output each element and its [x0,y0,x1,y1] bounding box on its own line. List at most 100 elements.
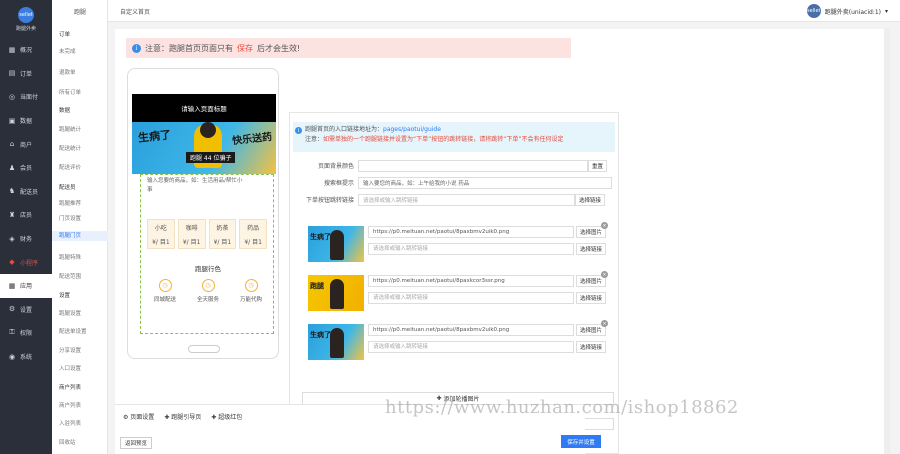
phone-preview: 请输入页面标题 生病了 快乐送药 跑腿 44 位骗子 输入您要的商品，如：生活用… [127,68,279,359]
option-card[interactable]: 奶茶 ¥/ 目1 [208,219,237,249]
breadcrumb[interactable]: 自定义首页 [120,7,150,16]
sidebar-item-11[interactable]: ⚙ 设置 [0,298,52,322]
submenu-item-14[interactable]: 设置 [59,291,70,299]
close-icon[interactable]: × [601,320,608,327]
submenu-item-8[interactable]: 配送员 [59,183,76,191]
bottom-tab[interactable]: ⚙ 页面设置 [123,412,154,421]
option-price: ¥/ 目1 [152,238,170,246]
feature-label: 同城配送 [153,297,176,303]
image-url-input[interactable]: https://p0.meituan.net/paotui/8paxkcor3s… [368,275,574,287]
submenu-item-22[interactable]: 回收站 [59,438,76,446]
submenu-item-17[interactable]: 分享设置 [59,346,81,354]
image-row: 生病了 https://p0.meituan.net/paotui/8paxbmv… [304,222,612,268]
nav-icon: ♞ [8,187,16,196]
feature-item[interactable]: ◷ 万能代购 [231,279,271,303]
sidebar-item-9[interactable]: ◆ 小程序 [0,250,52,274]
feature-item[interactable]: ◷ 同城配送 [145,279,185,303]
option-price: ¥/ 目1 [244,238,262,246]
sidebar-item-label: 应用 [20,283,33,291]
submenu-item-16[interactable]: 配送单设置 [59,327,87,335]
sidebar-item-label: 设置 [20,306,33,314]
button-link-input[interactable]: 请选择或输入跳转链接 [358,193,575,206]
clock-icon: ◷ [244,279,258,292]
submenu-item-13[interactable]: 配送范围 [59,272,81,280]
option-card[interactable]: 咖啡 ¥/ 目1 [177,219,206,249]
sidebar-item-2[interactable]: ◎ 当面付 [0,85,52,109]
bg-color-reset-button[interactable]: 重置 [588,159,608,172]
thumb-figure [330,328,344,358]
app-logo[interactable]: sellet 跑腿外卖 [0,0,52,38]
sidebar-item-label: 配送员 [20,188,39,196]
submenu-item-7[interactable]: 配送评价 [59,163,81,171]
button-link-row: 下单按钮跳转链接 请选择或输入跳转链接 选择链接 [290,193,618,206]
submenu-item-11[interactable]: 跑腿门页 [52,231,108,241]
sidebar-item-12[interactable]: ⚿ 权限 [0,321,52,345]
choose-link-button[interactable]: 选择链接 [576,341,607,353]
submenu-item-15[interactable]: 跑腿设置 [59,309,81,317]
image-link-input[interactable]: 请选择或输入跳转链接 [368,341,574,353]
image-url-input[interactable]: https://p0.meituan.net/paotui/8paxbmv2ui… [368,226,574,238]
thumb-text: 生病了 [310,331,331,339]
user-menu[interactable]: sellet 跑腿外卖(uniacid:1) ▾ [806,4,888,18]
phone-search-text[interactable]: 输入您要的商品，如：生活用品/帮忙小事 [147,177,247,199]
submenu-item-10[interactable]: 门页设置 [59,214,81,222]
sidebar-item-label: 系统 [20,354,33,362]
choose-link-button[interactable]: 选择链接 [576,292,607,304]
sidebar-item-1[interactable]: ▤ 订单 [0,62,52,86]
image-link-input[interactable]: 请选择或输入跳转链接 [368,292,574,304]
submenu-item-0[interactable]: 订单 [59,30,70,38]
sidebar-item-label: 概况 [20,47,33,55]
sidebar-item-6[interactable]: ♞ 配送员 [0,180,52,204]
submenu-item-19[interactable]: 商户列表 [59,383,81,391]
choose-link-button[interactable]: 选择链接 [575,193,606,206]
back-preview-button[interactable]: 返回预览 [120,437,152,449]
submenu-item-3[interactable]: 所有订单 [59,88,81,96]
nav-icon: ◈ [9,234,15,243]
image-link-input[interactable]: 请选择或输入跳转链接 [368,243,574,255]
phone-body[interactable]: 输入您要的商品，如：生活用品/帮忙小事 小吃 ¥/ 目1 咖啡 ¥/ 目1 奶茶 ¥/ 目… [140,174,274,334]
close-icon[interactable]: × [601,222,608,229]
info-note: i 跑腿首页的入口链接地址为：pages/paotui/guide 注意：如需单… [293,122,615,152]
note-link[interactable]: pages/paotui/guide [383,126,441,133]
note-prefix2: 注意： [305,136,324,143]
sidebar: sellet 跑腿外卖 ▦ 概况 ▤ 订单 ◎ 当面付 ▣ 数据 ⌂ 商户 ♟ 会员 ♞ 配送员 ♜ 店员 ◈ 财… [0,0,52,454]
app-name: 跑腿外卖 [15,25,36,32]
submenu-item-5[interactable]: 跑腿统计 [59,125,81,133]
search-input[interactable]: 输入要您的商品，如：上午给我的小说 药品 [358,176,612,189]
sidebar-item-7[interactable]: ♜ 店员 [0,203,52,227]
submenu-item-18[interactable]: 入口设置 [59,364,81,372]
phone-banner[interactable]: 生病了 快乐送药 跑腿 44 位骗子 [132,122,276,174]
bg-color-input[interactable] [358,159,588,172]
nav-icon: ▤ [8,69,16,78]
sidebar-item-4[interactable]: ⌂ 商户 [0,132,52,156]
submenu-item-1[interactable]: 未完成 [59,47,76,55]
phone-header-title[interactable]: 请输入页面标题 [132,94,276,122]
submenu-item-21[interactable]: 入驻列表 [59,419,81,427]
close-icon[interactable]: × [601,271,608,278]
sidebar-item-0[interactable]: ▦ 概况 [0,38,52,62]
sidebar-item-10[interactable]: ▦ 应用 [0,273,52,298]
submenu-item-2[interactable]: 退款单 [59,68,76,76]
image-url-input[interactable]: https://p0.meituan.net/paotui/8paxbmv2ui… [368,324,574,336]
submenu-item-12[interactable]: 跑腿特殊 [59,253,81,261]
sidebar-item-label: 会员 [20,165,33,173]
bottom-tab[interactable]: ✚ 超级红包 [211,412,242,421]
sidebar-item-13[interactable]: ◉ 系统 [0,345,52,369]
scrollbar[interactable] [884,28,890,454]
bottom-tab[interactable]: ✚ 跑腿引导页 [164,412,201,421]
option-card[interactable]: 小吃 ¥/ 目1 [147,219,175,249]
nav-icon: ▦ [8,281,16,290]
submenu-item-6[interactable]: 配送统计 [59,144,81,152]
sidebar-item-5[interactable]: ♟ 会员 [0,156,52,180]
sidebar-item-3[interactable]: ▣ 数据 [0,109,52,133]
submenu-item-4[interactable]: 数据 [59,106,70,114]
info-icon: i [295,127,302,134]
feature-item[interactable]: ◷ 全天服务 [188,279,228,303]
avatar: sellet [806,4,821,18]
submenu-item-9[interactable]: 跑腿推荐 [59,199,81,207]
submenu-item-20[interactable]: 商户列表 [59,401,81,409]
sidebar-item-8[interactable]: ◈ 财务 [0,227,52,251]
save-button[interactable]: 保存并设置 [561,435,601,448]
option-card[interactable]: 药品 ¥/ 目1 [239,219,267,249]
choose-link-button[interactable]: 选择链接 [576,243,607,255]
